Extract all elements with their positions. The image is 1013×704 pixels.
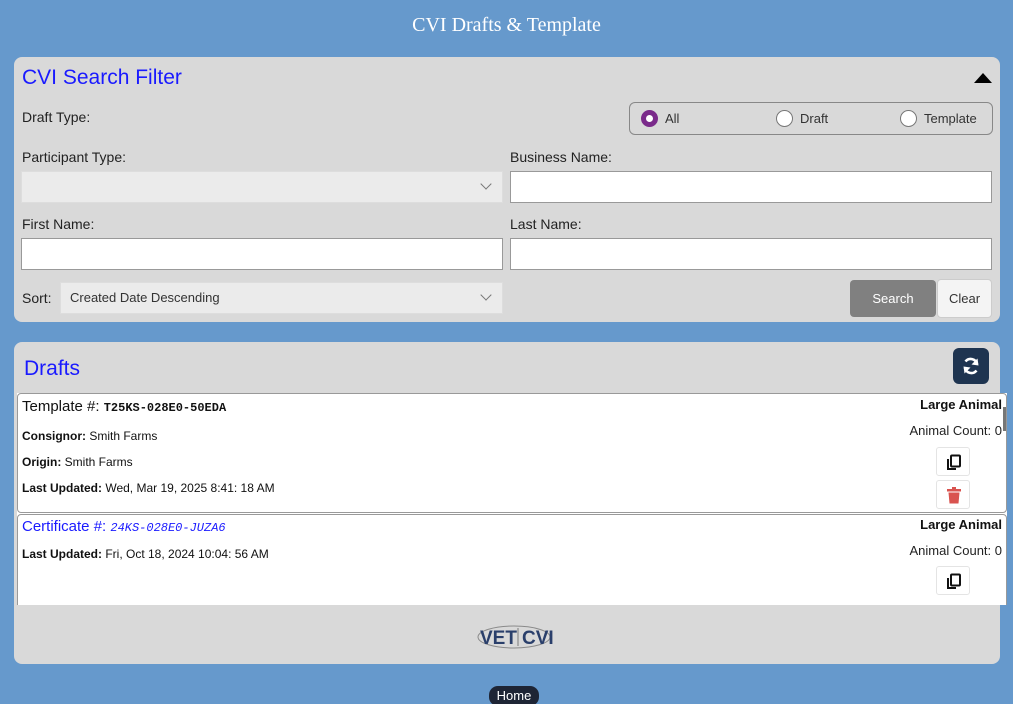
- logo-cvi-text: CVI: [522, 628, 554, 649]
- copy-icon: [947, 573, 961, 589]
- draft-type-radio-group: All Draft Template: [629, 102, 993, 135]
- animal-count: Animal Count: 0: [909, 543, 1003, 558]
- card-title: Certificate #: 24KS-028E0-JUZA6: [22, 518, 226, 535]
- radio-draft[interactable]: Draft: [776, 110, 828, 127]
- animal-type: Large Animal: [920, 397, 1002, 412]
- origin-value: Smith Farms: [61, 455, 133, 469]
- refresh-button[interactable]: [953, 348, 989, 384]
- card-title-prefix: Template #:: [22, 398, 104, 415]
- scrollbar-thumb[interactable]: [1003, 407, 1006, 431]
- filter-title: CVI Search Filter: [22, 66, 182, 89]
- last-updated-label: Last Updated:: [22, 547, 103, 561]
- search-button[interactable]: Search: [850, 280, 936, 317]
- radio-draft-label: Draft: [800, 111, 829, 126]
- last-name-input[interactable]: [510, 238, 992, 270]
- last-updated-value: Fri, Oct 18, 2024 10:04: 56 AM: [102, 547, 269, 561]
- drafts-list[interactable]: Template #: T25KS-028E0-50EDA Consignor:…: [17, 393, 1007, 605]
- copy-icon: [947, 454, 961, 470]
- last-updated-value: Wed, Mar 19, 2025 8:41: 18 AM: [102, 481, 275, 495]
- sort-select[interactable]: Created Date Descending: [60, 282, 503, 314]
- radio-all-label: All: [665, 111, 680, 126]
- participant-type-label: Participant Type:: [22, 149, 127, 165]
- radio-draft-indicator[interactable]: [776, 110, 793, 127]
- list-item[interactable]: Template #: T25KS-028E0-50EDA Consignor:…: [17, 393, 1007, 513]
- vetcvi-logo-graphic: VET CVI: [477, 625, 554, 649]
- home-button[interactable]: Home: [489, 686, 539, 704]
- consignor-label: Consignor:: [22, 429, 86, 443]
- collapse-icon[interactable]: [974, 73, 992, 83]
- participant-type-select[interactable]: [21, 171, 503, 203]
- logo-vet-text: VET: [480, 628, 517, 649]
- sort-value: Created Date Descending: [70, 290, 220, 305]
- consignor-line: Consignor: Smith Farms: [22, 429, 157, 443]
- drafts-panel: Drafts Template #: T25KS-028E0-50EDA Con…: [14, 342, 1007, 664]
- template-id: T25KS-028E0-50EDA: [103, 401, 227, 415]
- last-name-label: Last Name:: [510, 216, 582, 232]
- radio-template-label: Template: [924, 111, 977, 126]
- last-updated-line: Last Updated: Fri, Oct 18, 2024 10:04: 5…: [22, 547, 269, 561]
- vetcvi-logo: VET CVI: [466, 622, 562, 652]
- drafts-title: Drafts: [24, 357, 81, 380]
- certificate-id: 24KS-028E0-JUZA6: [110, 521, 226, 535]
- first-name-label: First Name:: [22, 216, 95, 232]
- radio-all-indicator[interactable]: [641, 110, 658, 127]
- app-title: CVI Drafts & Template: [412, 14, 601, 36]
- last-updated-line: Last Updated: Wed, Mar 19, 2025 8:41: 18…: [22, 481, 275, 495]
- first-name-input[interactable]: [21, 238, 503, 270]
- business-name-label: Business Name:: [510, 149, 612, 165]
- chevron-down-icon: [480, 289, 492, 301]
- last-updated-label: Last Updated:: [22, 481, 103, 495]
- radio-template[interactable]: Template: [900, 110, 977, 127]
- copy-button[interactable]: [936, 566, 970, 595]
- list-item[interactable]: Certificate #: 24KS-028E0-JUZA6 Last Upd…: [17, 514, 1007, 605]
- animal-type: Large Animal: [920, 517, 1002, 532]
- consignor-value: Smith Farms: [86, 429, 158, 443]
- copy-button[interactable]: [936, 447, 970, 476]
- trash-icon: [947, 487, 961, 504]
- radio-all[interactable]: All: [641, 110, 679, 127]
- business-name-input[interactable]: [510, 171, 992, 203]
- delete-button[interactable]: [936, 480, 970, 509]
- origin-line: Origin: Smith Farms: [22, 455, 133, 469]
- chevron-down-icon: [480, 178, 492, 190]
- radio-template-indicator[interactable]: [900, 110, 917, 127]
- origin-label: Origin:: [22, 455, 62, 469]
- sort-label: Sort:: [22, 290, 52, 306]
- animal-count: Animal Count: 0: [909, 423, 1003, 438]
- search-filter-panel: CVI Search Filter Draft Type: All Draft …: [14, 57, 1000, 322]
- card-title-prefix: Certificate #:: [22, 518, 111, 535]
- clear-button[interactable]: Clear: [937, 279, 992, 318]
- draft-type-label: Draft Type:: [22, 109, 91, 125]
- refresh-icon: [963, 357, 979, 375]
- card-title: Template #: T25KS-028E0-50EDA: [22, 398, 226, 415]
